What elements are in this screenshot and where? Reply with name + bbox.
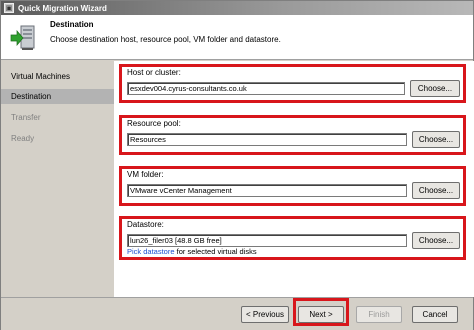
vm-folder-field[interactable]: VMware vCenter Management (127, 184, 407, 197)
wizard-window: ▣ Quick Migration Wizard Destination Cho… (0, 0, 474, 330)
step-virtual-machines[interactable]: Virtual Machines (1, 69, 114, 84)
pick-datastore-link[interactable]: Pick datastore (127, 247, 175, 256)
next-button-highlight (293, 298, 349, 326)
server-migration-icon (10, 25, 35, 50)
wizard-steps: Virtual Machines Destination Transfer Re… (1, 61, 114, 297)
wizard-footer: < Previous Next > Finish Cancel (1, 297, 473, 330)
datastore-field[interactable]: lun26_filer03 [48.8 GB free] (127, 234, 407, 247)
host-group: Host or cluster: esxdev004.cyrus-consult… (119, 64, 466, 103)
resource-pool-label: Resource pool: (127, 119, 181, 128)
datastore-label: Datastore: (127, 220, 164, 229)
cancel-button[interactable]: Cancel (412, 306, 458, 323)
datastore-note-text: for selected virtual disks (174, 247, 257, 256)
vm-folder-label: VM folder: (127, 170, 164, 179)
step-destination[interactable]: Destination (1, 89, 114, 104)
host-field[interactable]: esxdev004.cyrus-consultants.co.uk (127, 82, 405, 95)
vm-folder-group: VM folder: VMware vCenter Management Cho… (119, 166, 466, 206)
previous-button[interactable]: < Previous (241, 306, 289, 323)
host-choose-button[interactable]: Choose... (410, 80, 460, 97)
host-label: Host or cluster: (127, 68, 181, 77)
datastore-group: Datastore: lun26_filer03 [48.8 GB free] … (119, 216, 466, 260)
resource-pool-choose-button[interactable]: Choose... (412, 131, 460, 148)
finish-button: Finish (356, 306, 402, 323)
datastore-choose-button[interactable]: Choose... (412, 232, 460, 249)
wizard-header: Destination Choose destination host, res… (1, 15, 473, 60)
app-icon: ▣ (4, 3, 14, 13)
window-title: Quick Migration Wizard (18, 3, 107, 13)
resource-pool-field[interactable]: Resources (127, 133, 407, 146)
page-subtitle: Choose destination host, resource pool, … (50, 35, 281, 44)
step-ready: Ready (11, 134, 35, 143)
resource-pool-group: Resource pool: Resources Choose... (119, 115, 466, 155)
datastore-note: Pick datastore for selected virtual disk… (127, 247, 257, 256)
vm-folder-choose-button[interactable]: Choose... (412, 182, 460, 199)
title-bar: ▣ Quick Migration Wizard (1, 1, 473, 15)
page-title: Destination (50, 20, 94, 29)
step-transfer: Transfer (11, 113, 41, 122)
